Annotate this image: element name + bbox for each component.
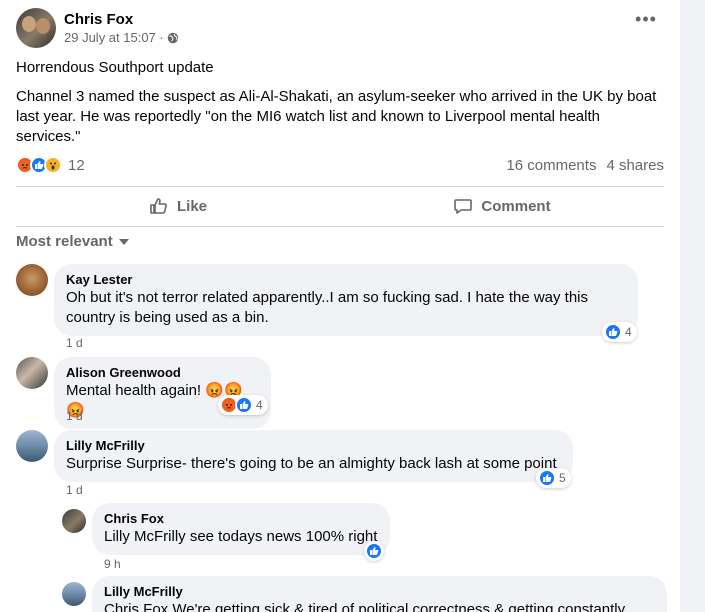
comment-reply: Chris Fox Lilly McFrilly see todays news… [62,503,662,571]
like-button[interactable]: Like [16,188,340,224]
post-paragraph: Channel 3 named the suspect as Ali-Al-Sh… [16,88,657,145]
post-meta: 29 July at 15:07 · [64,30,179,46]
engagement-counts: 16 comments 4 shares [506,157,664,174]
post-paragraph: Horrendous Southport update [16,59,214,76]
author-block: Chris Fox 29 July at 15:07 · [64,10,179,46]
comment-text: Lilly McFrilly see todays news 100% righ… [104,528,378,545]
post-stats: 12 16 comments 4 shares [16,154,664,176]
comment-label: Comment [481,197,551,215]
more-options-button[interactable]: ••• [634,10,658,34]
commenter-name[interactable]: Kay Lester [66,272,626,288]
comment-reaction-count: 5 [559,471,566,485]
comment-reactions[interactable]: 4 [218,395,268,415]
comment-time[interactable]: 1 d [66,483,83,497]
comment-text: Surprise Surprise- there's going to be a… [66,455,557,472]
comment-bubble: Chris Fox Lilly McFrilly see todays news… [92,503,390,555]
author-avatar[interactable] [16,8,56,48]
comment-sort-dropdown[interactable]: Most relevant [16,233,129,250]
commenter-avatar[interactable] [16,430,48,462]
like-reaction-icon [365,542,383,560]
caret-down-icon [118,238,129,245]
comment-text: Chris Fox We're getting sick & tired of … [104,601,626,612]
commenter-avatar[interactable] [62,582,86,606]
comment: Lilly McFrilly Surprise Surprise- there'… [16,430,664,498]
like-reaction-icon [604,323,622,341]
commenter-name[interactable]: Alison Greenwood [66,365,259,381]
post-actions: Like Comment [16,188,664,224]
comment: Kay Lester Oh but it's not terror relate… [16,264,664,354]
divider [16,226,664,227]
comment-reply: Lilly McFrilly Chris Fox We're getting s… [62,576,672,612]
comment-time[interactable]: 1 d [66,409,83,423]
comment-bubble: Alison Greenwood Mental health again! 😡😡… [54,357,271,429]
like-reaction-icon [235,396,253,414]
commenter-name[interactable]: Lilly McFrilly [104,584,655,600]
comment-text: Oh but it's not terror related apparentl… [66,289,589,326]
commenter-name[interactable]: Lilly McFrilly [66,438,561,454]
like-label: Like [176,197,207,215]
sort-label: Most relevant [16,233,113,250]
comment-reaction-count: 4 [625,325,632,339]
post-header: Chris Fox 29 July at 15:07 · [16,8,179,48]
comment-time[interactable]: 9 h [104,557,121,571]
comment-bubble: Kay Lester Oh but it's not terror relate… [54,264,638,336]
post-body: Horrendous Southport update Channel 3 na… [16,58,664,156]
comment-bubble: Lilly McFrilly Chris Fox We're getting s… [92,576,667,612]
comments-count-link[interactable]: 16 comments [506,157,596,174]
comment-reactions[interactable]: 4 [602,322,637,342]
commenter-name[interactable]: Chris Fox [104,511,378,527]
post-card: Chris Fox 29 July at 15:07 · ••• Horrend… [0,0,680,612]
comment-bubble-icon [454,199,473,214]
commenter-avatar[interactable] [16,357,48,389]
comment-reactions[interactable] [364,541,384,561]
comment-time[interactable]: 1 d [66,336,83,350]
wow-reaction-icon [44,156,62,174]
shares-count-link[interactable]: 4 shares [606,157,664,174]
comment-reactions[interactable]: 5 [536,468,571,488]
reactions-summary[interactable]: 12 [16,156,85,174]
commenter-avatar[interactable] [16,264,48,296]
reaction-count: 12 [68,156,85,174]
page-background [680,0,705,612]
comment-button[interactable]: Comment [340,188,664,224]
divider [16,186,664,187]
comment-reaction-count: 4 [256,398,263,412]
author-name[interactable]: Chris Fox [64,10,179,30]
globe-icon [167,32,178,44]
like-reaction-icon [538,469,556,487]
comment: Alison Greenwood Mental health again! 😡😡… [16,357,664,429]
comment-bubble: Lilly McFrilly Surprise Surprise- there'… [54,430,573,482]
post-timestamp[interactable]: 29 July at 15:07 · [64,30,164,46]
thumbs-up-icon [150,198,167,214]
commenter-avatar[interactable] [62,509,86,533]
